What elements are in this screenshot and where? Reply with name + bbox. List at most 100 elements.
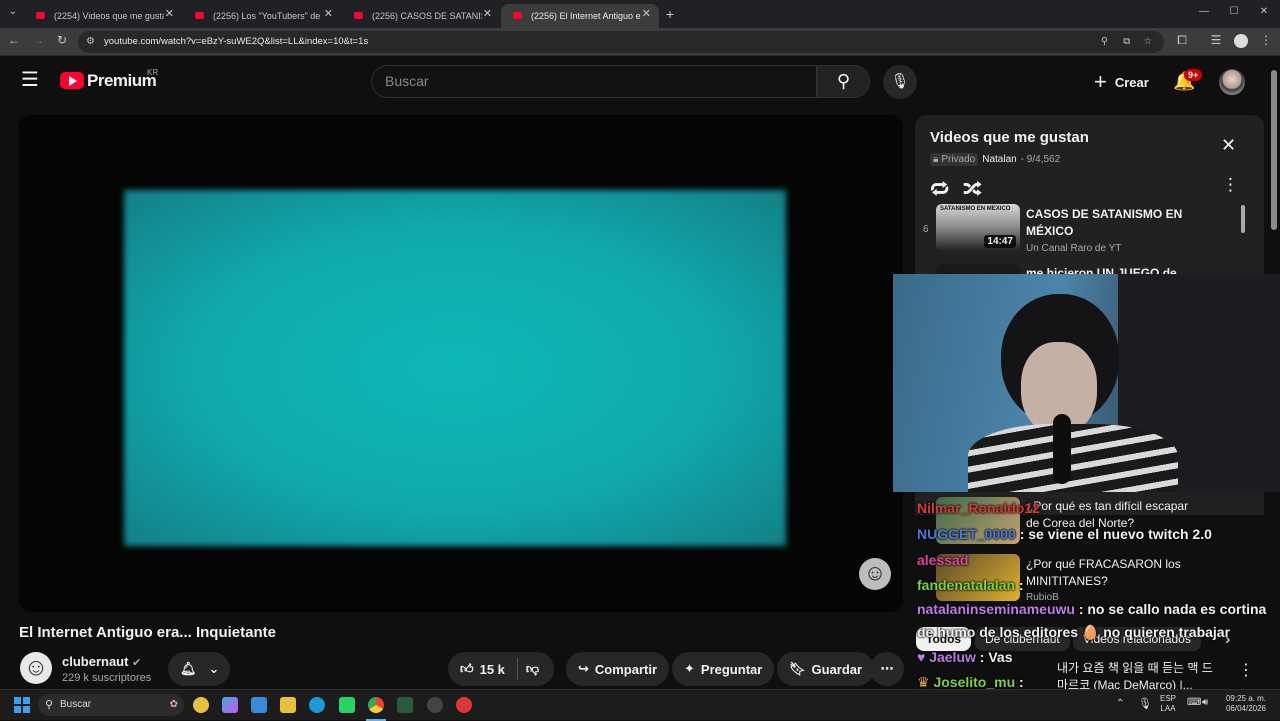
playlist-item-thumbnail[interactable]: SATANISMO EN MEXICO 14:47 bbox=[936, 204, 1020, 251]
bookmark-star-icon[interactable]: ☆ bbox=[1143, 31, 1152, 53]
sparkle-icon: ✦ bbox=[684, 661, 695, 676]
notification-badge: 9+ bbox=[1184, 69, 1203, 81]
playlist-scrollbar[interactable] bbox=[1241, 205, 1245, 233]
search-button[interactable]: ⚲ bbox=[817, 65, 870, 98]
shuffle-icon[interactable]: 🔀︎ bbox=[963, 175, 982, 203]
webcam-microphone bbox=[1053, 414, 1071, 484]
title-line: CASOS DE SATANISMO EN bbox=[1026, 207, 1183, 221]
privacy-label: Privado bbox=[941, 154, 976, 165]
chat-username: Jaeluw bbox=[929, 649, 976, 665]
tab-casos-satanismo[interactable]: (2256) CASOS DE SATANISMO E ✕ bbox=[342, 4, 500, 28]
browser-profile-avatar[interactable] bbox=[1234, 34, 1248, 48]
network-icon[interactable]: ⌨ bbox=[1187, 697, 1201, 708]
close-playlist-icon[interactable]: ✕ bbox=[1221, 135, 1236, 156]
like-count[interactable]: 15 k bbox=[480, 662, 505, 677]
title-line: ¿Por qué es tan difícil escapar bbox=[1026, 499, 1189, 513]
channel-name[interactable]: clubernaut ✔ bbox=[62, 654, 141, 669]
chat-message: ♥ Jaeluw : Vas bbox=[917, 649, 1013, 665]
cast-icon[interactable]: ⧉ bbox=[1123, 31, 1130, 53]
edge-icon[interactable] bbox=[309, 697, 325, 713]
more-actions-button[interactable]: ⋯ bbox=[870, 652, 904, 686]
like-icon[interactable]: 👍︎ bbox=[460, 661, 474, 677]
chat-username: NUGGET_0000 bbox=[917, 526, 1016, 542]
back-icon[interactable]: ← bbox=[6, 33, 22, 47]
new-tab-icon[interactable]: + bbox=[662, 6, 678, 22]
kick-icon[interactable] bbox=[339, 697, 355, 713]
close-window-icon[interactable]: ✕ bbox=[1256, 6, 1272, 17]
keyboard-layout: LAA bbox=[1160, 704, 1176, 713]
reload-icon[interactable]: ↻ bbox=[54, 33, 70, 47]
recommended-title[interactable]: ¿Por qué FRACASARON los MINITITANES? bbox=[1026, 556, 1181, 590]
ask-button[interactable]: ✦ Preguntar bbox=[672, 652, 775, 686]
video-player[interactable]: ☺ bbox=[19, 115, 903, 612]
subscribe-bell-button[interactable]: 🔔︎ ⌄ bbox=[168, 652, 230, 686]
save-button[interactable]: 🔖︎ Guardar bbox=[777, 652, 875, 686]
playlist-owner[interactable]: Natalan bbox=[982, 154, 1016, 165]
reading-list-icon[interactable]: ☰ bbox=[1208, 33, 1224, 47]
minimize-window-icon[interactable]: — bbox=[1196, 6, 1212, 17]
recommended-more-icon[interactable]: ⋮ bbox=[1238, 660, 1254, 680]
smiley-face-icon: ☺ bbox=[859, 558, 891, 590]
taskbar-app-icon[interactable] bbox=[193, 697, 209, 713]
file-explorer-icon[interactable] bbox=[280, 697, 296, 713]
tray-chevron-icon[interactable]: ⌃ bbox=[1116, 698, 1124, 709]
youtube-premium-logo[interactable]: Premium bbox=[87, 71, 157, 91]
share-button[interactable]: ↪ Compartir bbox=[566, 652, 670, 686]
dislike-icon[interactable]: 👎︎ bbox=[526, 661, 539, 677]
loop-icon[interactable]: 🔁︎ bbox=[930, 175, 949, 203]
share-label: Compartir bbox=[594, 661, 658, 677]
create-button[interactable]: + Crear bbox=[1094, 69, 1149, 94]
youtube-favicon-icon bbox=[195, 12, 204, 19]
microphone-tray-icon[interactable]: 🎙︎ bbox=[1138, 697, 1152, 710]
video-frame-crt-screen bbox=[124, 190, 786, 546]
address-bar[interactable]: ⚙ youtube.com/watch?v=eBzY-suWE2Q&list=L… bbox=[78, 31, 1164, 53]
tab-search-icon[interactable]: ⌄ bbox=[5, 6, 21, 17]
like-dislike-group: 👍︎ 15 k 👎︎ bbox=[448, 652, 554, 686]
site-info-icon[interactable]: ⚙ bbox=[86, 31, 95, 53]
taskbar-search[interactable]: ⚲ Buscar ✿ bbox=[38, 694, 184, 716]
hamburger-menu-icon[interactable]: ☰ bbox=[21, 70, 39, 90]
language-indicator[interactable]: ESP LAA bbox=[1160, 694, 1176, 714]
page-scrollbar[interactable] bbox=[1271, 70, 1277, 230]
close-tab-icon[interactable]: ✕ bbox=[642, 7, 651, 20]
tab-youtubers-corea[interactable]: (2256) Los "YouTubers" de Core ✕ bbox=[183, 4, 341, 28]
youtube-logo-icon[interactable] bbox=[60, 72, 84, 89]
playlist-item[interactable]: 6 SATANISMO EN MEXICO 14:47 CASOS DE SAT… bbox=[915, 204, 1264, 262]
zoom-icon[interactable]: ⚲ bbox=[1101, 31, 1108, 53]
channel-avatar[interactable]: ☺ bbox=[20, 652, 52, 684]
tab-internet-antiguo[interactable]: (2256) El Internet Antiguo era... ✕ bbox=[501, 4, 659, 28]
copilot-icon[interactable] bbox=[222, 697, 238, 713]
user-avatar[interactable] bbox=[1219, 69, 1245, 95]
chat-text: de humo de los editores 🥚 no quieren tra… bbox=[917, 624, 1231, 640]
close-tab-icon[interactable]: ✕ bbox=[324, 7, 333, 20]
browser-menu-icon[interactable]: ⋮ bbox=[1258, 33, 1274, 47]
thumbnail-text: SATANISMO EN MEXICO bbox=[940, 206, 1011, 212]
voice-search-mic-icon[interactable]: 🎙 bbox=[883, 65, 917, 99]
chevron-down-icon: ⌄ bbox=[208, 661, 220, 676]
playlist-title[interactable]: Videos que me gustan bbox=[930, 129, 1089, 146]
share-icon: ↪ bbox=[578, 661, 589, 676]
chat-message: Nilmar_Ronaldo12 bbox=[917, 500, 1040, 516]
maximize-window-icon[interactable]: ☐ bbox=[1226, 6, 1242, 17]
taskbar-app-icon[interactable] bbox=[456, 697, 472, 713]
playlist-item-index: 6 bbox=[923, 224, 929, 235]
search-input[interactable]: Buscar bbox=[371, 65, 817, 98]
windows-start-icon[interactable] bbox=[14, 697, 30, 713]
region-code: KR bbox=[147, 68, 159, 77]
extensions-icon[interactable]: ⧠ bbox=[1174, 33, 1190, 48]
tab-liked-videos[interactable]: (2254) Videos que me gustan - ✕ bbox=[24, 4, 182, 28]
divider bbox=[516, 658, 518, 680]
obs-icon[interactable] bbox=[427, 697, 443, 713]
excel-icon[interactable] bbox=[397, 697, 413, 713]
close-tab-icon[interactable]: ✕ bbox=[165, 7, 174, 20]
streamer-webcam bbox=[893, 274, 1280, 492]
playlist-more-icon[interactable]: ⋮ bbox=[1222, 175, 1239, 195]
clock[interactable]: 09:25 a. m. 06/04/2026 bbox=[1222, 694, 1266, 714]
volume-icon[interactable]: 🔊︎ bbox=[1202, 697, 1208, 708]
title-line: ¿Por qué FRACASARON los bbox=[1026, 557, 1181, 571]
search-highlight-icon: ✿ bbox=[169, 699, 178, 710]
store-icon[interactable] bbox=[251, 697, 267, 713]
forward-icon[interactable]: → bbox=[30, 33, 46, 47]
close-tab-icon[interactable]: ✕ bbox=[483, 7, 492, 20]
chrome-icon[interactable] bbox=[368, 697, 384, 713]
